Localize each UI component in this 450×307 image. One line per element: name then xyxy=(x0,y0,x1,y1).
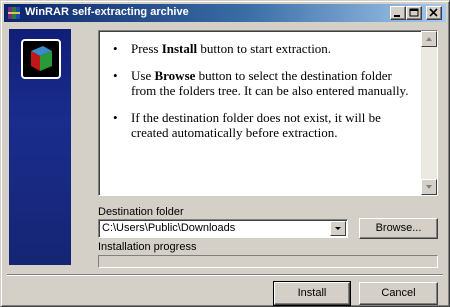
title-bar[interactable]: WinRAR self-extracting archive xyxy=(4,4,446,22)
close-icon xyxy=(429,8,438,17)
cancel-button[interactable]: Cancel xyxy=(359,282,438,305)
instruction-item: Use Browse button to select the destinat… xyxy=(113,68,413,98)
vertical-scrollbar[interactable] xyxy=(421,31,437,195)
sidebar-banner xyxy=(9,29,71,265)
scroll-up-button[interactable] xyxy=(421,31,437,47)
installer-window: WinRAR self-extracting archive Press Ins… xyxy=(0,0,450,307)
dropdown-arrow-icon xyxy=(335,227,341,230)
instructions-box[interactable]: Press Install button to start extraction… xyxy=(98,30,438,196)
installation-progress-label: Installation progress xyxy=(98,241,197,253)
instruction-item: Press Install button to start extraction… xyxy=(113,41,413,56)
destination-folder-value[interactable]: C:\Users\Public\Downloads xyxy=(102,222,235,234)
destination-folder-label: Destination folder xyxy=(98,206,184,218)
minimize-button[interactable] xyxy=(390,6,406,20)
winrar-logo-icon xyxy=(21,39,61,79)
scroll-down-button[interactable] xyxy=(421,179,437,195)
browse-button[interactable]: Browse... xyxy=(359,218,438,239)
minimize-icon xyxy=(394,15,400,17)
dropdown-button[interactable] xyxy=(330,221,346,236)
separator xyxy=(7,274,443,276)
instruction-item: If the destination folder does not exist… xyxy=(113,110,413,140)
instructions-list: Press Install button to start extraction… xyxy=(113,41,413,152)
installation-progress-bar xyxy=(98,255,438,268)
window-title: WinRAR self-extracting archive xyxy=(25,6,189,18)
maximize-icon xyxy=(409,8,419,17)
close-button[interactable] xyxy=(426,6,442,20)
destination-folder-combobox[interactable]: C:\Users\Public\Downloads xyxy=(98,219,348,238)
winrar-app-icon xyxy=(8,7,20,19)
maximize-button[interactable] xyxy=(406,6,422,20)
scroll-up-icon xyxy=(426,37,432,41)
scroll-down-icon xyxy=(426,185,432,189)
install-button[interactable]: Install xyxy=(273,281,351,306)
